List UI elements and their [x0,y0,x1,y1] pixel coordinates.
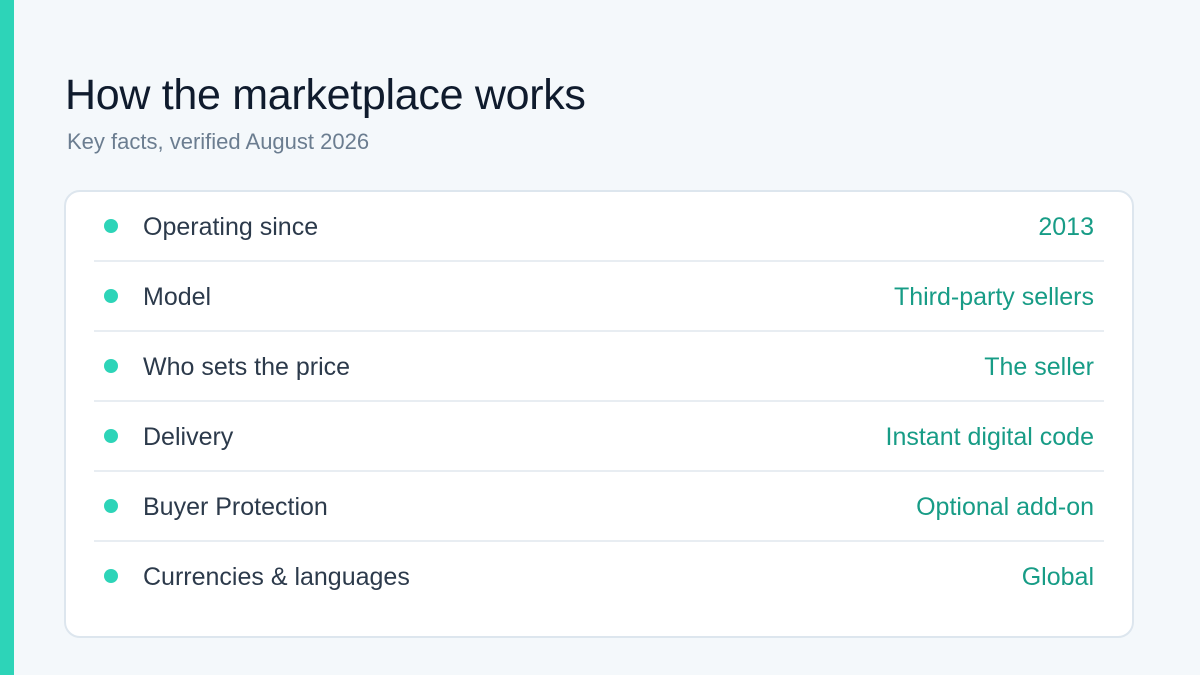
fact-label: Who sets the price [143,353,351,381]
fact-value: Instant digital code [885,423,1094,451]
fact-value: Optional add-on [916,493,1094,521]
dot-icon [104,569,118,583]
fact-value: The seller [984,353,1094,381]
fact-label: Operating since [143,213,319,241]
dot-icon [104,289,118,303]
fact-label: Buyer Protection [143,493,328,521]
fact-label: Currencies & languages [143,563,410,591]
fact-label: Delivery [143,423,234,451]
fact-row-who-sets-price: Who sets the price The seller [94,332,1104,402]
fact-value: 2013 [1038,213,1094,241]
accent-bar [0,0,14,675]
page-title: How the marketplace works [65,71,586,119]
fact-row-currencies-languages: Currencies & languages Global [94,542,1104,612]
facts-card: Operating since 2013 Model Third-party s… [64,190,1134,638]
page-subtitle: Key facts, verified August 2026 [67,129,370,154]
fact-value: Global [1021,563,1094,591]
dot-icon [104,359,118,373]
fact-row-operating-since: Operating since 2013 [94,192,1104,262]
dot-icon [104,499,118,513]
dot-icon [104,219,118,233]
fact-row-model: Model Third-party sellers [94,262,1104,332]
dot-icon [104,429,118,443]
fact-label: Model [143,283,212,311]
fact-row-delivery: Delivery Instant digital code [94,402,1104,472]
fact-row-buyer-protection: Buyer Protection Optional add-on [94,472,1104,542]
fact-value: Third-party sellers [893,283,1094,311]
